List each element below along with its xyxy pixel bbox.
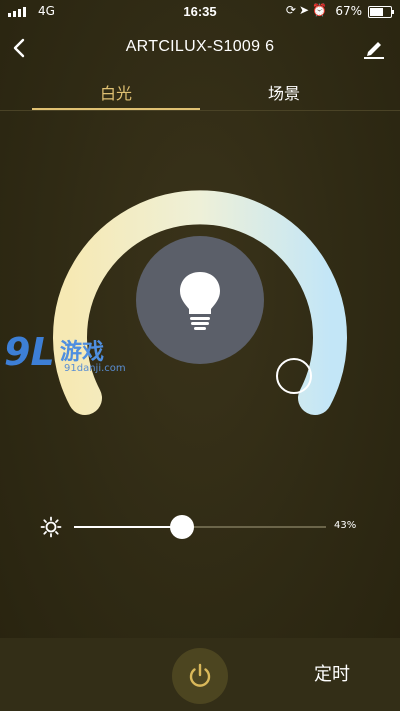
bottom-bar: 定时 (0, 638, 400, 711)
timer-button[interactable]: 定时 (300, 660, 364, 686)
sun-icon (40, 516, 62, 538)
bulb-icon (180, 272, 220, 330)
alarm-icon: ⏰ (312, 3, 330, 17)
watermark: 9L 游戏 91danji.com (4, 330, 144, 382)
brightness-thumb[interactable] (170, 515, 195, 539)
power-button[interactable] (172, 648, 228, 704)
battery-percent: 67% (335, 4, 362, 18)
active-tab-indicator (32, 108, 200, 110)
page-title: ARTCILUX-S1009 6 (125, 38, 275, 55)
watermark-logo: 9L (4, 330, 55, 374)
brightness-row: 43% (0, 512, 400, 542)
brightness-fill (74, 526, 183, 528)
edit-icon[interactable] (362, 36, 386, 60)
tab-scene[interactable]: 场景 (200, 80, 368, 104)
brightness-percent: 43% (334, 520, 357, 531)
color-temperature-handle[interactable] (276, 358, 312, 394)
power-icon (189, 663, 211, 687)
watermark-text: 游戏 (60, 340, 105, 365)
brightness-slider[interactable] (74, 515, 326, 539)
status-bar: 4G 16:35 ⟳➤⏰ 67% (0, 0, 400, 24)
battery-fill (370, 8, 383, 16)
tab-white-light[interactable]: 白光 (32, 80, 200, 104)
watermark-url: 91danji.com (64, 363, 126, 374)
tab-bar: 白光 场景 (0, 72, 400, 111)
rotation-lock-icon: ⟳ (285, 3, 299, 17)
nav-bar: ARTCILUX-S1009 6 (0, 30, 400, 66)
battery-icon (368, 6, 394, 18)
location-icon: ➤ (298, 3, 313, 17)
